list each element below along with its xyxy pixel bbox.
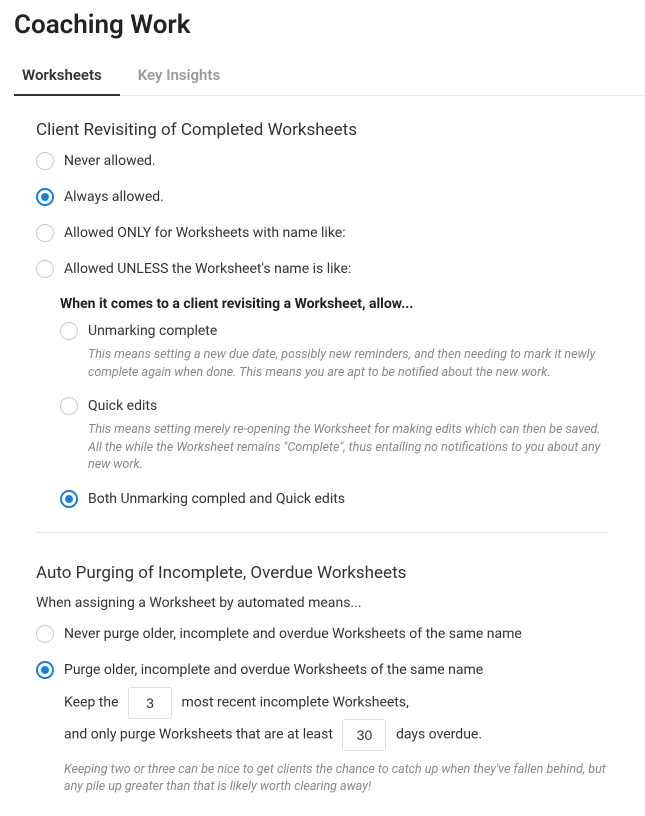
radio-icon [36,152,54,170]
radio-label: Always allowed. [64,188,164,206]
radio-icon [36,661,54,679]
purging-subtitle: When assigning a Worksheet by automated … [36,595,609,611]
option-purge[interactable]: Purge older, incomplete and overdue Work… [36,661,609,679]
keep-count-input[interactable] [128,687,172,719]
tabs: Worksheets Key Insights [14,58,645,96]
tab-key-insights[interactable]: Key Insights [120,58,238,96]
option-quick-edits[interactable]: Quick edits [60,397,609,415]
days-prefix: and only purge Worksheets that are at le… [64,726,333,742]
option-never-allowed[interactable]: Never allowed. [36,152,609,170]
radio-label: Purge older, incomplete and overdue Work… [64,661,483,679]
radio-icon [36,625,54,643]
option-unmarking-complete[interactable]: Unmarking complete [60,322,609,340]
keep-prefix: Keep the [64,694,119,710]
radio-icon [36,224,54,242]
radio-label: Allowed ONLY for Worksheets with name li… [64,224,346,242]
radio-label: Never purge older, incomplete and overdu… [64,625,522,643]
radio-label: Never allowed. [64,152,156,170]
page-title: Coaching Work [14,10,645,40]
radio-icon [36,188,54,206]
days-suffix: days overdue. [396,726,482,742]
radio-label: Both Unmarking compled and Quick edits [88,490,345,508]
radio-label: Unmarking complete [88,322,217,340]
keep-config: Keep the most recent incomplete Workshee… [64,687,609,751]
option-only-named[interactable]: Allowed ONLY for Worksheets with name li… [36,224,609,242]
revisiting-heading: Client Revisiting of Completed Worksheet… [36,120,609,140]
radio-label: Allowed UNLESS the Worksheet's name is l… [64,260,351,278]
option-never-purge[interactable]: Never purge older, incomplete and overdu… [36,625,609,643]
divider [36,532,609,533]
radio-icon [60,490,78,508]
radio-icon [60,322,78,340]
option-unless-named[interactable]: Allowed UNLESS the Worksheet's name is l… [36,260,609,278]
purging-help: Keeping two or three can be nice to get … [64,761,609,796]
help-text-unmarking: This means setting a new due date, possi… [88,346,609,381]
radio-icon [60,397,78,415]
radio-icon [36,260,54,278]
days-overdue-input[interactable] [342,719,386,751]
purging-section: Auto Purging of Incomplete, Overdue Work… [36,563,609,796]
help-text-quick-edits: This means setting merely re-opening the… [88,421,609,474]
revisiting-section: Client Revisiting of Completed Worksheet… [36,120,609,508]
option-both[interactable]: Both Unmarking compled and Quick edits [60,490,609,508]
option-always-allowed[interactable]: Always allowed. [36,188,609,206]
revisiting-sub-options: When it comes to a client revisiting a W… [60,296,609,508]
radio-label: Quick edits [88,397,157,415]
purging-heading: Auto Purging of Incomplete, Overdue Work… [36,563,609,583]
keep-suffix: most recent incomplete Worksheets, [181,694,408,710]
sub-heading: When it comes to a client revisiting a W… [60,296,609,312]
tab-worksheets[interactable]: Worksheets [14,58,120,96]
